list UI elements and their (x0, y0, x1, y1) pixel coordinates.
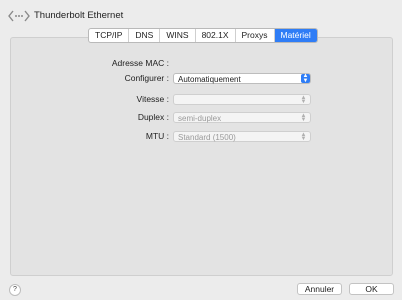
vitesse-label: Vitesse : (136, 94, 169, 104)
mtu-select[interactable]: Standard (1500) ▲ ▼ (173, 131, 311, 142)
updown-chevron-icon: ▲ ▼ (301, 73, 310, 84)
tab-wins[interactable]: WINS (160, 29, 196, 42)
window-title: Thunderbolt Ethernet (34, 10, 124, 21)
duplex-label: Duplex : (137, 112, 169, 122)
duplex-select[interactable]: semi-duplex ▲ ▼ (173, 112, 311, 123)
mac-address-label: Adresse MAC : (111, 58, 169, 68)
tab-bar: TCP/IP DNS WINS 802.1X Proxys Matériel (88, 28, 318, 43)
mtu-value: Standard (1500) (178, 133, 236, 142)
configurer-value: Automatiquement (178, 75, 241, 84)
network-dots-icon (8, 10, 30, 22)
vitesse-select[interactable]: ▲ ▼ (173, 94, 311, 105)
updown-chevron-icon: ▲ ▼ (300, 132, 307, 142)
ok-button[interactable]: OK (349, 283, 394, 295)
help-button[interactable]: ? (9, 284, 21, 296)
tab-dns[interactable]: DNS (129, 29, 161, 42)
duplex-value: semi-duplex (178, 114, 222, 123)
updown-chevron-icon: ▲ ▼ (300, 95, 307, 105)
mtu-label: MTU : (145, 131, 169, 141)
cancel-button[interactable]: Annuler (297, 283, 342, 295)
tab-tcpip[interactable]: TCP/IP (89, 29, 130, 42)
tab-proxys[interactable]: Proxys (236, 29, 275, 42)
tab-8021x[interactable]: 802.1X (196, 29, 236, 42)
configurer-label: Configurer : (124, 73, 169, 83)
tab-materiel[interactable]: Matériel (274, 29, 317, 42)
configurer-select[interactable]: Automatiquement ▲ ▼ (173, 73, 311, 84)
updown-chevron-icon: ▲ ▼ (300, 113, 307, 123)
